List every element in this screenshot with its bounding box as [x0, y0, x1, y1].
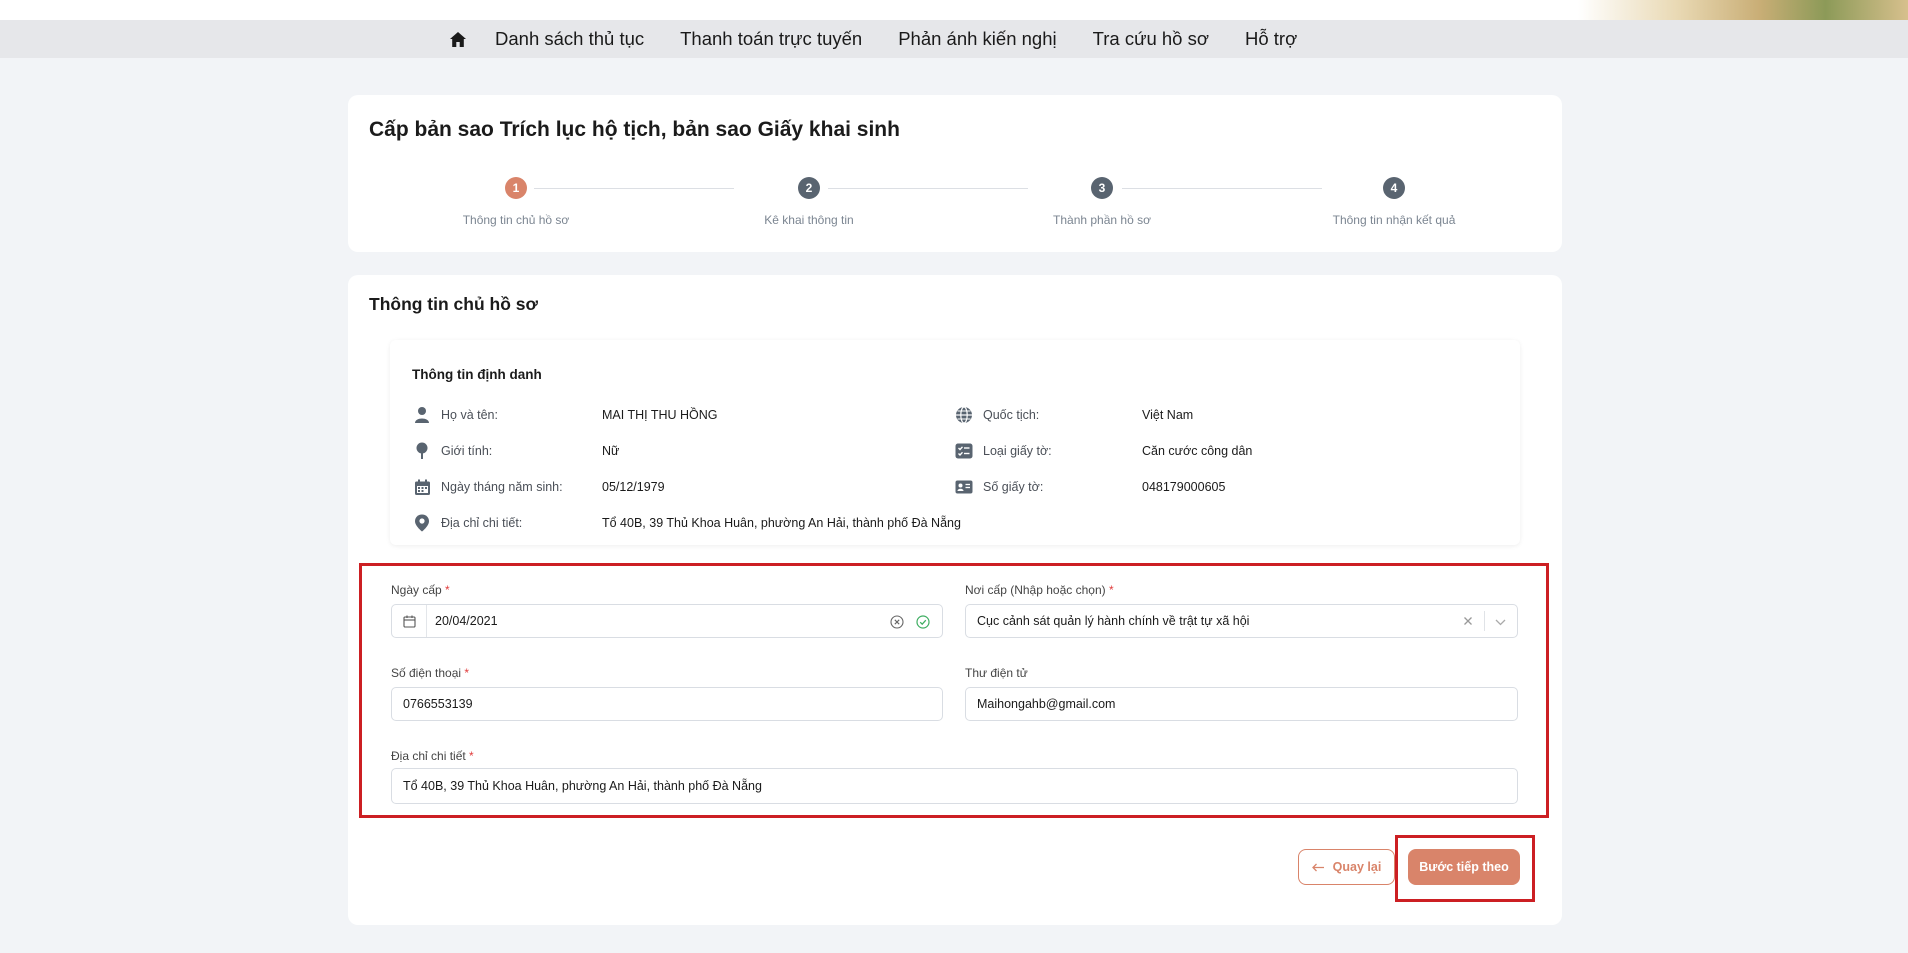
back-label: Quay lại	[1332, 860, 1382, 874]
info-row-doc-number: Số giấy tờ: 048179000605	[954, 477, 1354, 497]
step-2: 2 Kê khai thông tin	[689, 177, 929, 227]
info-value: Nữ	[602, 444, 620, 458]
gender-icon	[412, 441, 432, 461]
nav-item-procedures[interactable]: Danh sách thủ tục	[495, 28, 644, 50]
info-value: Căn cước công dân	[1142, 444, 1253, 458]
step-number: 2	[798, 177, 820, 199]
document-list-icon	[954, 441, 974, 461]
step-number: 1	[505, 177, 527, 199]
id-card-icon	[954, 477, 974, 497]
info-value: Việt Nam	[1142, 408, 1194, 422]
highlight-box-next	[1395, 835, 1535, 902]
step-3: 3 Thành phần hồ sơ	[982, 177, 1222, 227]
arrow-left-icon	[1311, 863, 1325, 872]
top-strip	[0, 0, 1908, 20]
info-label: Địa chỉ chi tiết:	[441, 516, 523, 530]
info-row-doc-type: Loại giấy tờ: Căn cước công dân	[954, 441, 1354, 461]
stepper: 1 Thông tin chủ hồ sơ 2 Kê khai thông ti…	[348, 177, 1562, 237]
step-number: 3	[1091, 177, 1113, 199]
back-button[interactable]: Quay lại	[1298, 849, 1395, 885]
calendar-icon	[412, 477, 432, 497]
info-label: Giới tính:	[441, 444, 493, 458]
info-label: Họ và tên:	[441, 408, 498, 422]
person-icon	[412, 405, 432, 425]
info-label: Số giấy tờ:	[983, 480, 1044, 494]
step-4: 4 Thông tin nhận kết quả	[1274, 177, 1514, 227]
step-label: Thông tin nhận kết quả	[1332, 213, 1456, 227]
info-value: 05/12/1979	[602, 480, 665, 494]
info-row-address: Địa chỉ chi tiết: Tổ 40B, 39 Thủ Khoa Hu…	[412, 513, 972, 533]
info-value: 048179000605	[1142, 480, 1226, 494]
info-row-name: Họ và tên: MAI THỊ THU HỒNG	[412, 405, 932, 425]
step-label: Thông tin chủ hồ sơ	[462, 213, 570, 227]
identity-info-box: Thông tin định danh Họ và tên: MAI THỊ T…	[390, 340, 1520, 545]
main-navbar: Danh sách thủ tục Thanh toán trực tuyến …	[0, 20, 1908, 58]
step-number: 4	[1383, 177, 1405, 199]
nav-item-support[interactable]: Hỗ trợ	[1245, 28, 1297, 50]
nav-item-lookup[interactable]: Tra cứu hồ sơ	[1093, 28, 1209, 50]
info-label: Quốc tịch:	[983, 408, 1040, 422]
step-label: Thành phần hồ sơ	[1053, 213, 1151, 227]
globe-icon	[954, 405, 974, 425]
nav-item-online-payment[interactable]: Thanh toán trực tuyến	[680, 28, 862, 50]
identity-title: Thông tin định danh	[412, 367, 542, 382]
highlight-box-form	[359, 563, 1549, 818]
step-label: Kê khai thông tin	[764, 213, 854, 227]
info-value: Tổ 40B, 39 Thủ Khoa Huân, phường An Hải,…	[602, 516, 961, 530]
section-title: Thông tin chủ hồ sơ	[369, 294, 538, 314]
home-icon[interactable]	[448, 29, 468, 49]
info-value: MAI THỊ THU HỒNG	[602, 408, 718, 422]
info-row-gender: Giới tính: Nữ	[412, 441, 932, 461]
nav-item-feedback[interactable]: Phản ánh kiến nghị	[898, 28, 1056, 50]
info-label: Ngày tháng năm sinh:	[441, 480, 563, 494]
step-1: 1 Thông tin chủ hồ sơ	[396, 177, 636, 227]
info-row-dob: Ngày tháng năm sinh: 05/12/1979	[412, 477, 932, 497]
header-decoration-image	[1578, 0, 1908, 20]
page-title: Cấp bản sao Trích lục hộ tịch, bản sao G…	[369, 118, 900, 141]
procedure-header-card: Cấp bản sao Trích lục hộ tịch, bản sao G…	[348, 95, 1562, 252]
info-row-nationality: Quốc tịch: Việt Nam	[954, 405, 1354, 425]
info-label: Loại giấy tờ:	[983, 444, 1052, 458]
location-icon	[412, 513, 432, 533]
